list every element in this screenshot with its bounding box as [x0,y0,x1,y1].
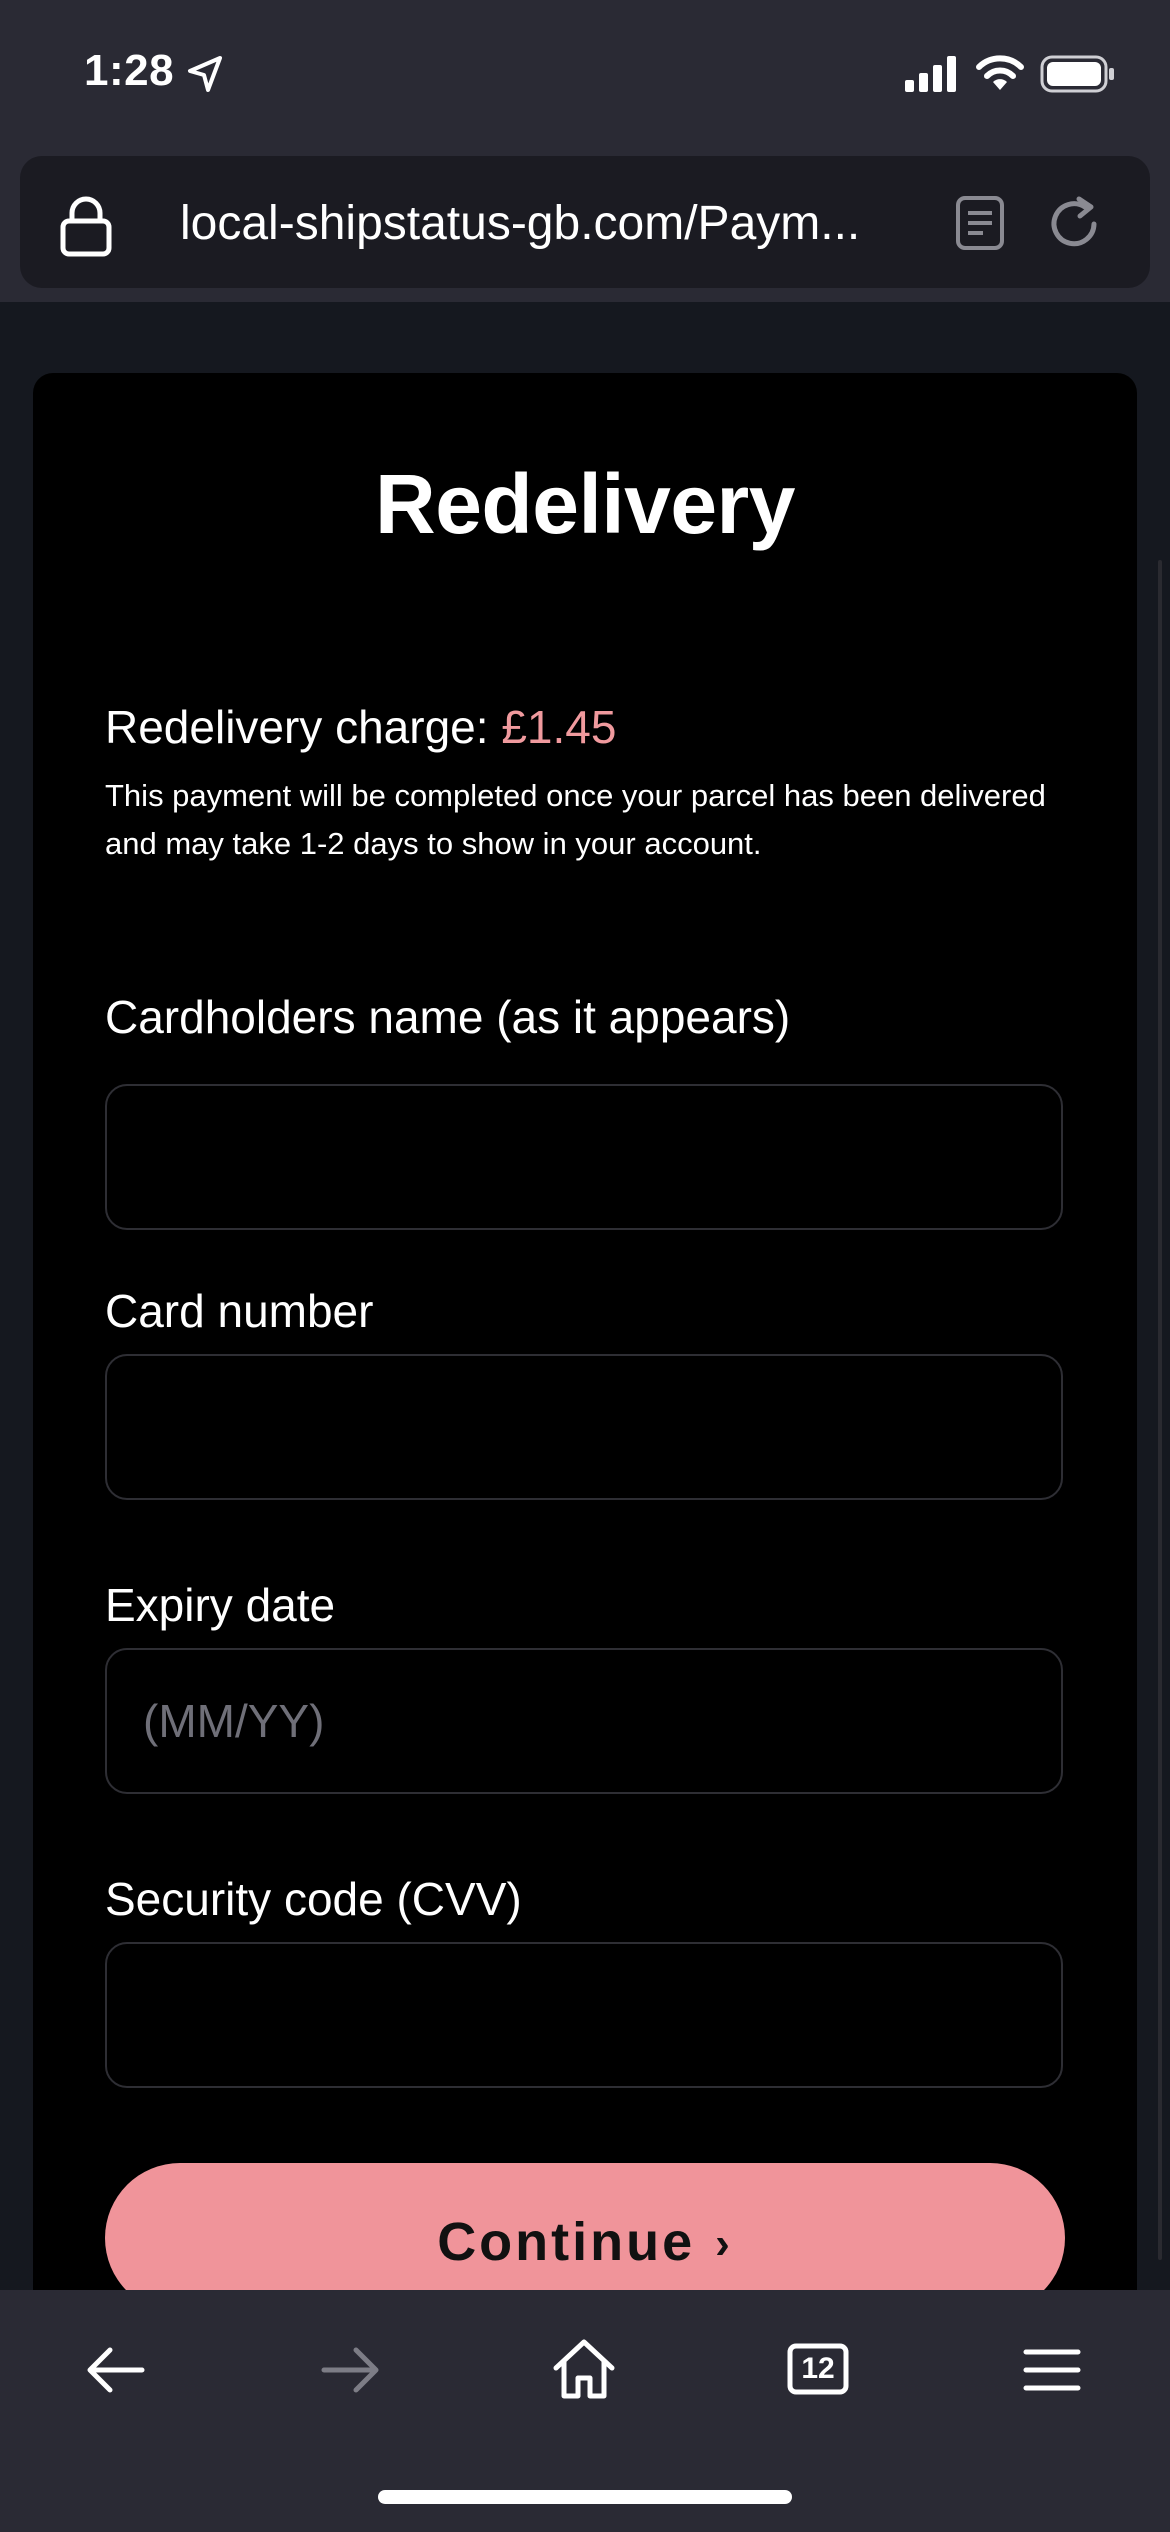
status-time: 1:28 [84,46,175,95]
status-bar: 1:28 [0,0,1170,150]
home-icon[interactable] [544,2330,624,2410]
battery-icon [1040,55,1114,93]
redelivery-charge: Redelivery charge: £1.45 [105,700,616,754]
forward-arrow-icon[interactable] [310,2330,390,2410]
back-arrow-icon[interactable] [76,2330,156,2410]
tab-count: 12 [801,2352,835,2385]
charge-note: This payment will be completed once your… [105,778,1046,861]
cardholder-name-input[interactable] [105,1084,1063,1230]
cardholder-name-label: Cardholders name (as it appears) [105,991,791,1043]
chevron-right-icon: › [715,2219,733,2268]
signal-icon [905,56,956,92]
wifi-icon [976,55,1024,90]
url-text[interactable]: local-shipstatus-gb.com/Paym... [180,196,920,251]
charge-label: Redelivery charge: [105,701,502,753]
home-indicator [378,2490,792,2504]
reader-icon[interactable] [955,195,1005,251]
location-arrow-icon [188,56,222,92]
lock-icon [60,196,112,257]
reload-icon[interactable] [1045,195,1103,253]
charge-amount: £1.45 [501,701,617,753]
card-number-input[interactable] [105,1354,1063,1500]
menu-icon[interactable] [1012,2330,1092,2410]
expiry-date-label: Expiry date [105,1579,336,1631]
security-code-label: Security code (CVV) [105,1873,522,1925]
continue-label: Continue [437,2212,696,2272]
card-number-label: Card number [105,1285,374,1337]
security-code-input[interactable] [105,1942,1063,2088]
page-title: Redelivery [375,457,795,551]
expiry-date-input[interactable] [105,1648,1063,1794]
scroll-indicator [1158,560,1162,2260]
